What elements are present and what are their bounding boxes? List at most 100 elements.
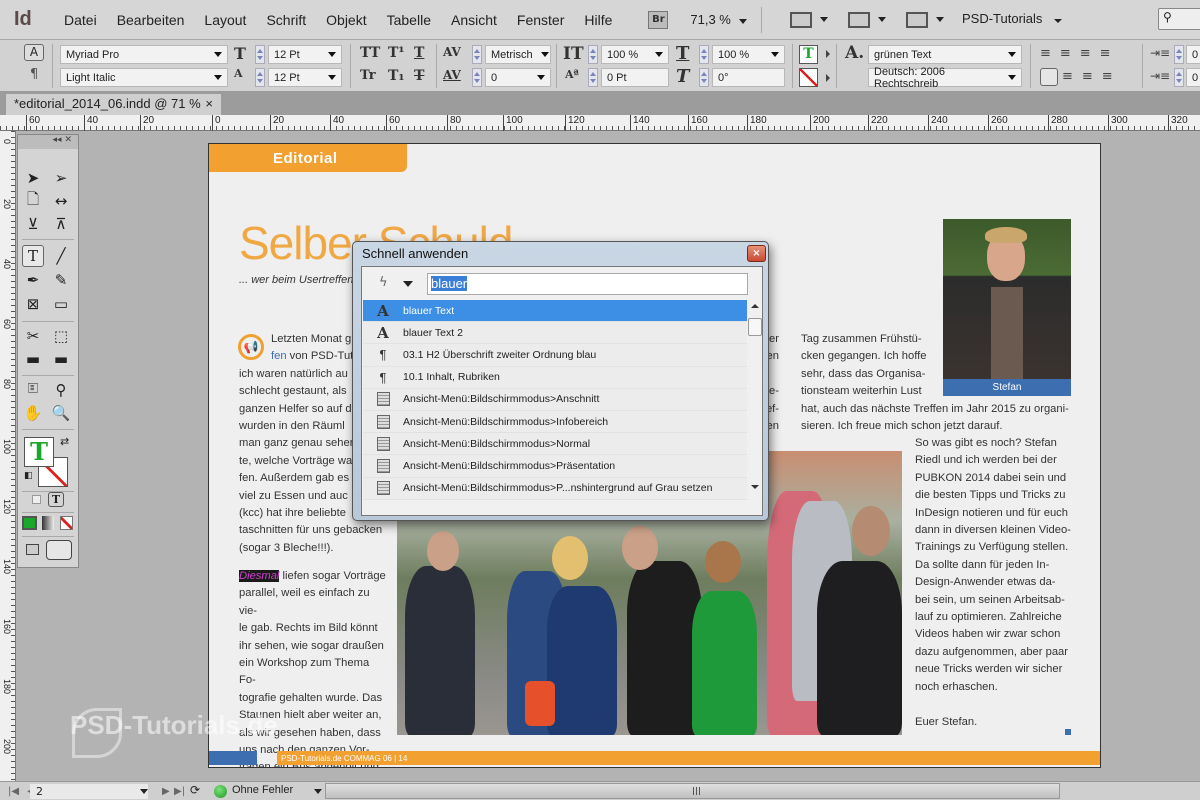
close-icon[interactable]: ✕ [64, 135, 72, 145]
document-tab[interactable]: *editorial_2014_06.indd @ 71 % × [6, 94, 221, 115]
arrange-documents-icon[interactable] [905, 11, 928, 28]
bridge-button[interactable]: Br [648, 10, 669, 29]
author-photo[interactable] [943, 219, 1071, 379]
menu-hilfe[interactable]: Hilfe [574, 12, 622, 28]
first-line-indent-stepper[interactable] [1174, 68, 1184, 87]
last-page-icon[interactable]: ▶| [174, 786, 185, 797]
scroll-down-icon[interactable] [751, 485, 759, 489]
next-page-icon[interactable]: ▶ [162, 786, 170, 797]
help-search-input[interactable]: ⚲ [1158, 8, 1200, 30]
tracking-field[interactable]: 0 [485, 68, 551, 87]
close-tab-icon[interactable]: × [205, 96, 213, 113]
zoom-level[interactable]: 71,3 % [690, 12, 747, 27]
direct-selection-tool-icon[interactable]: ➢ [50, 167, 72, 189]
stroke-none-swatch[interactable] [799, 68, 818, 87]
kerning-stepper[interactable] [472, 45, 482, 64]
apply-gradient-icon[interactable] [42, 516, 54, 530]
content-placer-icon[interactable]: ⊼ [50, 213, 72, 235]
quick-apply-item[interactable]: Ansicht-Menü:Bildschirmmodus>Infobereich [363, 410, 747, 434]
quick-apply-item[interactable]: Ansicht-Menü:Bildschirmmodus>Normal [363, 433, 747, 456]
menu-layout[interactable]: Layout [194, 12, 256, 28]
formatting-text-icon[interactable]: T [48, 492, 64, 507]
chevron-down-icon[interactable] [403, 281, 413, 287]
all-caps-button[interactable]: TT [360, 45, 380, 61]
gradient-feather-tool-icon[interactable]: ▬ [50, 348, 72, 370]
baseline-shift-stepper[interactable] [588, 68, 598, 87]
alignment-buttons-row2[interactable]: ≡≡≡ [1062, 69, 1122, 84]
collapse-icon[interactable]: ◂◂ [53, 135, 62, 145]
scrollbar-grip[interactable] [692, 787, 701, 795]
left-indent-stepper[interactable] [1174, 45, 1184, 64]
quick-apply-item[interactable]: ¶ 10.1 Inhalt, Rubriken [363, 366, 747, 389]
character-mode-button[interactable]: A [24, 44, 44, 61]
text-frame-end-marker[interactable] [1065, 729, 1071, 735]
gap-tool-icon[interactable]: ↔ [50, 190, 72, 212]
menu-bearbeiten[interactable]: Bearbeiten [107, 12, 195, 28]
zoom-tool-icon[interactable]: 🔍 [50, 402, 72, 424]
language-select[interactable]: Deutsch: 2006 Rechtschreib [868, 66, 1022, 90]
link-text[interactable]: fen [271, 350, 287, 362]
skew-field[interactable]: 0° [712, 68, 785, 87]
quick-apply-item[interactable]: Ansicht-Menü:Bildschirmmodus>Anschnitt [363, 388, 747, 411]
screen-mode-button[interactable] [46, 540, 72, 560]
font-style-select[interactable]: Light Italic [60, 68, 228, 87]
quick-apply-item[interactable]: ¶ 03.1 H2 Überschrift zweiter Ordnung bla… [363, 344, 747, 367]
vertical-scale-field[interactable]: 100 % [601, 45, 669, 64]
gradient-swatch-tool-icon[interactable]: ▬ [22, 348, 44, 370]
subscript-button[interactable]: T₁ [388, 68, 405, 84]
eyedropper-tool-icon[interactable]: ⚲ [50, 379, 72, 401]
menu-fenster[interactable]: Fenster [507, 12, 574, 28]
tracking-stepper[interactable] [472, 68, 482, 87]
horizontal-ruler[interactable]: 60 40 20 0 20 40 60 80 100 120 140 160 180 200 220 240 2… [0, 115, 1200, 131]
page-number-field[interactable]: 2 [30, 784, 148, 799]
rectangle-tool-icon[interactable]: ▭ [50, 293, 72, 315]
font-size-field[interactable]: 12 Pt [268, 45, 342, 64]
pen-tool-icon[interactable]: ✒ [22, 269, 44, 291]
leading-stepper[interactable] [255, 68, 265, 87]
scissors-tool-icon[interactable]: ✂ [22, 325, 44, 347]
page-tool-icon[interactable]: 🗋 [22, 190, 44, 212]
menu-tabelle[interactable]: Tabelle [377, 12, 441, 28]
character-style-select[interactable]: grünen Text [868, 45, 1022, 64]
tools-panel-header[interactable]: ◂◂ ✕ [18, 135, 78, 149]
quick-apply-item[interactable]: Ansicht-Menü:Bildschirmmodus>P...nshinte… [363, 477, 747, 500]
scroll-up-icon[interactable] [751, 304, 759, 308]
paragraph-mode-button[interactable]: ¶ [30, 67, 38, 82]
font-size-stepper[interactable] [255, 45, 265, 64]
preflight-status[interactable]: Ohne Fehler [232, 784, 293, 796]
workspace-switcher[interactable]: PSD-Tutorials [962, 11, 1063, 26]
horizontal-scrollbar[interactable] [325, 783, 1060, 799]
first-line-indent-field[interactable]: 0 [1186, 68, 1200, 87]
line-tool-icon[interactable]: ╱ [50, 245, 72, 267]
apply-none-icon[interactable] [60, 516, 73, 530]
skew-stepper[interactable] [699, 68, 709, 87]
fill-swatch[interactable]: T [24, 437, 54, 467]
content-collector-icon[interactable]: ⊻ [22, 213, 44, 235]
rectangle-frame-tool-icon[interactable]: ⊠ [22, 293, 44, 315]
default-colors-icon[interactable]: ◧ [24, 471, 33, 481]
close-button[interactable]: × [747, 245, 766, 262]
chevron-down-icon[interactable] [314, 789, 322, 794]
alignment-buttons-row1[interactable]: ≡≡≡≡ [1040, 46, 1120, 61]
first-page-icon[interactable]: |◀ [8, 786, 19, 797]
menu-datei[interactable]: Datei [54, 12, 107, 28]
small-caps-button[interactable]: Tr [360, 68, 376, 83]
apply-color-icon[interactable] [22, 516, 37, 530]
scrollbar-thumb[interactable] [748, 318, 762, 336]
quick-apply-item[interactable]: Ansicht-Menü:Bildschirmmodus>Präsentatio… [363, 455, 747, 478]
font-family-select[interactable]: Myriad Pro [60, 45, 228, 64]
fill-text-color-swatch[interactable]: T [799, 45, 818, 64]
menu-ansicht[interactable]: Ansicht [441, 12, 507, 28]
subheadline[interactable]: ... wer beim Usertreffen [239, 274, 353, 286]
baseline-shift-field[interactable]: 0 Pt [601, 68, 669, 87]
results-scrollbar[interactable] [748, 300, 762, 513]
kerning-select[interactable]: Metrisch [485, 45, 551, 64]
vertical-scale-stepper[interactable] [588, 45, 598, 64]
vertical-ruler[interactable]: 0 20 40 60 80 100 120 140 160 180 200 [0, 131, 16, 781]
text-column-4[interactable]: So was gibt es noch? Stefan Riedl und ich… [915, 435, 1073, 731]
normal-mode-icon[interactable] [26, 544, 39, 555]
menu-schrift[interactable]: Schrift [256, 12, 316, 28]
left-indent-field[interactable]: 0 [1186, 45, 1200, 64]
underline-button[interactable]: T [414, 45, 424, 61]
view-options-icon[interactable] [789, 11, 812, 28]
